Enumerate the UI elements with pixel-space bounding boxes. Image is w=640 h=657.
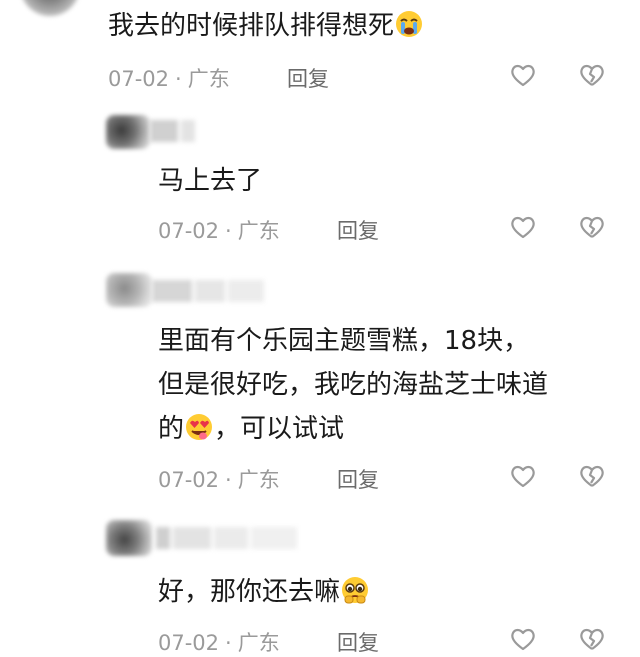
comment-date: 07-02 — [158, 468, 220, 492]
like-heart-icon[interactable] — [509, 625, 537, 653]
heart-eyes-tongue-face-icon — [186, 414, 213, 440]
comment-meta: 07-02 · 广东 — [158, 215, 280, 245]
reply-button[interactable]: 回复 — [337, 627, 379, 657]
separator-dot: · — [225, 468, 232, 492]
comment-location: 广东 — [237, 219, 280, 243]
reply-button[interactable]: 回复 — [337, 215, 379, 245]
like-heart-icon[interactable] — [509, 462, 537, 490]
reply-button[interactable]: 回复 — [337, 464, 379, 494]
comment-meta: 07-02 · 广东 — [108, 63, 230, 93]
separator-dot: · — [225, 631, 232, 655]
comment-text-line-1: 里面有个乐园主题雪糕，18块， — [158, 326, 530, 356]
avatar[interactable] — [106, 520, 152, 556]
comment-date: 07-02 — [108, 67, 170, 91]
comment-text: 马上去了 — [158, 166, 263, 196]
comment-date: 07-02 — [158, 631, 220, 655]
comment-text-line-3: 的 ，可以试试 — [158, 414, 345, 444]
username-blurred — [156, 527, 297, 549]
dislike-broken-heart-icon[interactable] — [578, 61, 606, 89]
comment-location: 广东 — [187, 67, 230, 91]
comment-date: 07-02 — [158, 219, 220, 243]
comment-text-line-2: 但是很好吃，我吃的海盐芝士味道 — [158, 370, 549, 400]
comment-location: 广东 — [237, 468, 280, 492]
comment-meta: 07-02 · 广东 — [158, 627, 280, 657]
like-heart-icon[interactable] — [509, 213, 537, 241]
reply-button[interactable]: 回复 — [287, 63, 329, 93]
crying-face-icon — [396, 11, 423, 37]
separator-dot: · — [175, 67, 182, 91]
comment-location: 广东 — [237, 631, 280, 655]
avatar[interactable] — [106, 273, 152, 307]
dislike-broken-heart-icon[interactable] — [578, 213, 606, 241]
avatar[interactable] — [106, 115, 150, 149]
username-blurred — [150, 120, 195, 142]
comment-text: 好，那你还去嘛 — [158, 574, 370, 610]
like-heart-icon[interactable] — [509, 61, 537, 89]
username-blurred — [152, 280, 264, 302]
dislike-broken-heart-icon[interactable] — [578, 625, 606, 653]
comment-meta: 07-02 · 广东 — [158, 464, 280, 494]
avatar[interactable] — [20, 0, 80, 16]
dislike-broken-heart-icon[interactable] — [578, 462, 606, 490]
pleading-face-icon — [342, 577, 369, 604]
separator-dot: · — [225, 219, 232, 243]
comment-text: 我去的时候排队排得想死 — [108, 8, 424, 44]
